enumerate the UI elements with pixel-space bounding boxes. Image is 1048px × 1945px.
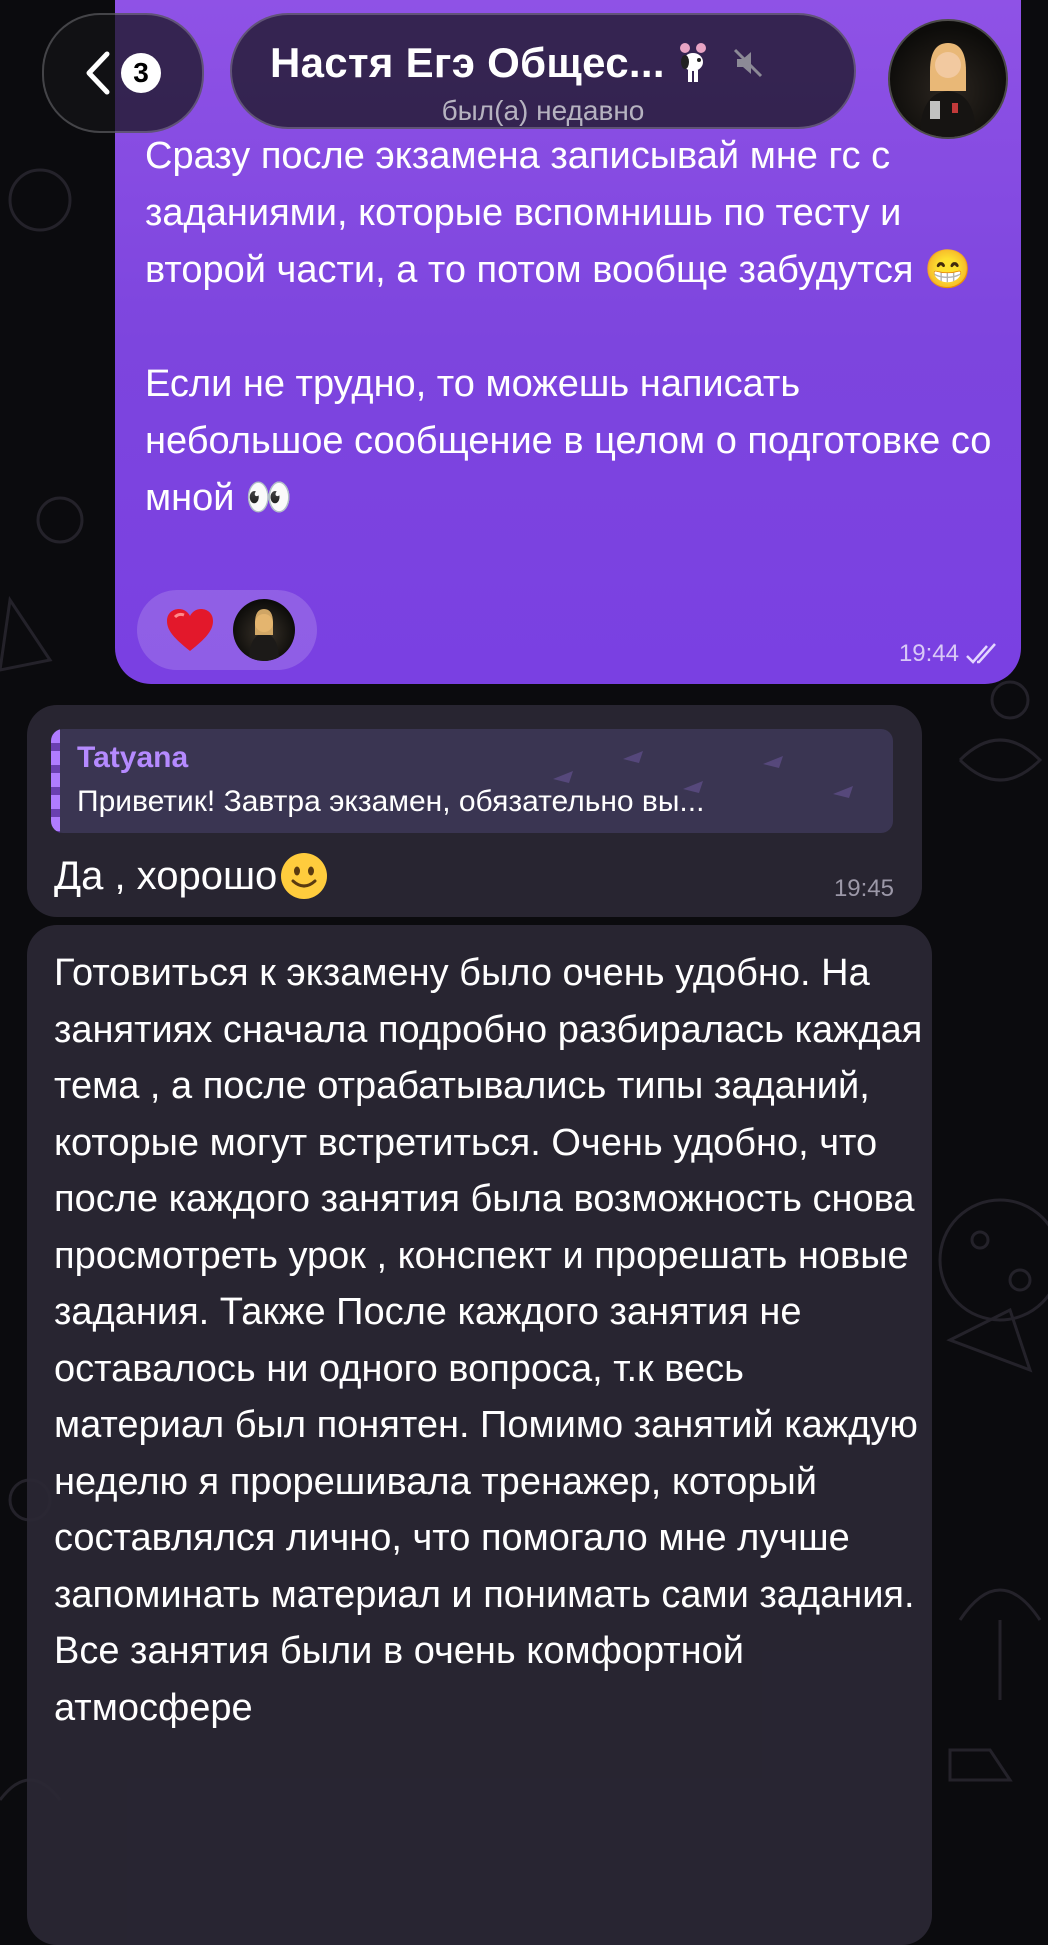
incoming-message-long[interactable]: Готовиться к экзамену было очень удобно.… — [27, 925, 932, 1945]
chat-status: был(а) недавно — [441, 95, 645, 126]
chat-header: 3 Настя Егэ Общес... был(а) недавно — [0, 0, 1048, 140]
witch-pattern-icon — [553, 751, 853, 798]
snoopy-icon — [679, 43, 706, 82]
contact-avatar[interactable] — [888, 19, 1008, 139]
mute-icon — [733, 48, 762, 78]
reactions-bar[interactable] — [137, 590, 317, 670]
outgoing-message-text: Сразу после экзамена записывай мне гс с … — [145, 135, 992, 519]
heart-reaction-icon[interactable] — [165, 607, 215, 653]
outgoing-meta: 19:44 — [899, 640, 1001, 668]
chevron-left-icon — [86, 51, 110, 95]
back-button[interactable]: 3 — [42, 13, 204, 133]
reply-quote[interactable]: Tatyana Приветик! Завтра экзамен, обязат… — [51, 729, 893, 833]
incoming-message-reply[interactable]: Tatyana Приветик! Завтра экзамен, обязат… — [27, 705, 922, 917]
incoming-long-text: Готовиться к экзамену было очень удобно.… — [54, 952, 923, 1729]
incoming-time: 19:45 — [833, 875, 894, 902]
unread-count-badge: 3 — [121, 53, 161, 93]
chat-title: Настя Егэ Общес... — [270, 39, 665, 86]
outgoing-time: 19:44 — [898, 640, 959, 667]
reply-accent-bar — [51, 729, 60, 833]
chat-title-area[interactable]: Настя Егэ Общес... был(а) недавно — [230, 13, 856, 129]
slight-smile-icon — [281, 853, 328, 899]
reply-author: Tatyana — [77, 741, 189, 774]
read-checkmarks-icon — [966, 643, 996, 664]
incoming-message-text: Да , хорошо — [54, 851, 329, 901]
reaction-user-avatar — [233, 599, 295, 661]
